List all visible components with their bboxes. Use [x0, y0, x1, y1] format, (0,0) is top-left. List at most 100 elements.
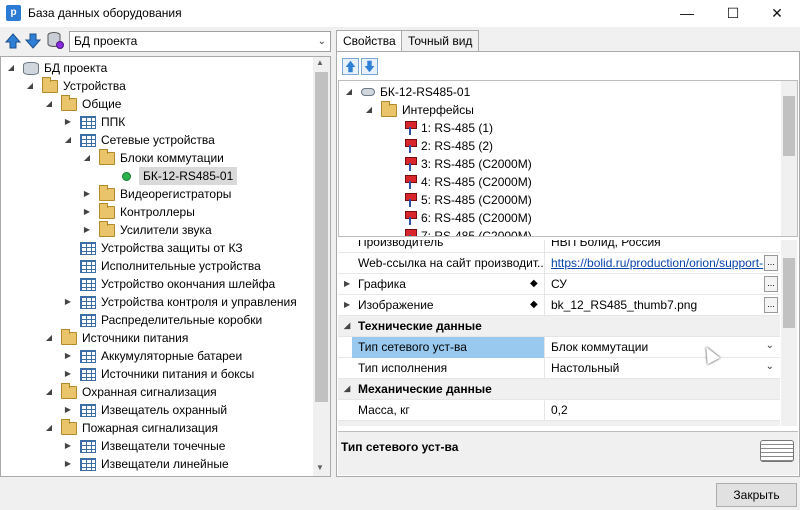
column-divider[interactable] — [544, 253, 545, 274]
expand-icon[interactable]: ▶ — [62, 365, 74, 383]
interface-item[interactable]: 6: RS-485 (C2000M) — [405, 209, 532, 227]
property-row[interactable]: Тип исполнения Настольный ⌄ — [338, 358, 780, 379]
property-row[interactable]: Масса, кг 0,2 — [338, 400, 780, 421]
scroll-down-icon[interactable]: ▼ — [316, 463, 324, 472]
expand-icon[interactable]: ▶ — [81, 203, 93, 221]
collapse-icon[interactable]: ◢ — [81, 149, 93, 167]
collapse-icon[interactable]: ◢ — [344, 424, 350, 426]
tree-item[interactable]: ▶ Источники питания и боксы — [62, 365, 254, 383]
tree-item[interactable]: ▶ Извещатели линейные — [62, 455, 229, 473]
tree-item[interactable]: ◢ Пожарная сигнализация — [43, 418, 218, 437]
property-category[interactable]: ◢ Технические данные — [338, 316, 780, 337]
tree-item[interactable]: ▶ Извещатель охранный — [62, 401, 227, 419]
interface-item[interactable]: 3: RS-485 (C2000M) — [405, 155, 532, 173]
collapse-icon[interactable]: ◢ — [363, 101, 375, 119]
column-divider[interactable] — [544, 274, 545, 295]
column-divider[interactable] — [544, 240, 545, 253]
property-value[interactable]: Настольный — [551, 361, 766, 375]
property-category[interactable]: ◢ Механические данные — [338, 379, 780, 400]
tree-item[interactable]: Устройства защиты от КЗ — [62, 239, 243, 257]
interfaces-scrollbar-thumb[interactable] — [783, 96, 795, 156]
column-divider[interactable] — [544, 295, 545, 316]
tree-item[interactable]: ▶ Контроллеры — [81, 202, 195, 221]
interface-item[interactable]: 4: RS-485 (C2000M) — [405, 173, 532, 191]
collapse-icon[interactable]: ◢ — [344, 319, 350, 333]
database-settings-icon[interactable] — [46, 31, 64, 49]
column-divider[interactable] — [544, 358, 545, 379]
interface-item[interactable]: 1: RS-485 (1) — [405, 119, 493, 137]
tree-item[interactable]: ◢ Охранная сигнализация — [43, 382, 217, 401]
ellipsis-button[interactable]: ... — [764, 297, 778, 313]
maximize-button[interactable]: ☐ — [710, 0, 756, 27]
collapse-icon[interactable]: ◢ — [24, 77, 36, 95]
move-down-icon[interactable] — [24, 32, 42, 50]
collapse-icon[interactable]: ◢ — [43, 419, 55, 437]
expand-icon[interactable]: ▶ — [62, 347, 74, 365]
tree-item[interactable]: ◢ Устройства — [24, 76, 126, 95]
property-row[interactable]: Производитель НВП Болид, Россия — [338, 240, 780, 253]
website-link[interactable]: https://bolid.ru/production/orion/suppor… — [551, 256, 766, 270]
property-row[interactable]: ▶ Графика СУ ◆... — [338, 274, 780, 295]
tree-item[interactable]: Исполнительные устройства — [62, 257, 261, 275]
column-divider[interactable] — [544, 400, 545, 421]
tree-item[interactable]: ◢ Источники питания — [43, 328, 188, 347]
property-category[interactable]: ◢ Э... — [338, 421, 780, 426]
move-down-icon[interactable] — [361, 58, 378, 75]
collapse-icon[interactable]: ◢ — [344, 382, 350, 396]
close-window-button[interactable]: ✕ — [754, 0, 800, 27]
collapse-icon[interactable]: ◢ — [43, 383, 55, 401]
tree-item[interactable]: ◢ БД проекта — [5, 59, 107, 77]
expand-icon[interactable]: ▶ — [62, 293, 74, 311]
tree-item[interactable]: ▶ Устройства контроля и управления — [62, 293, 297, 311]
minimize-button[interactable]: — — [664, 0, 710, 27]
expand-icon[interactable]: ▶ — [344, 298, 350, 312]
collapse-icon[interactable]: ◢ — [5, 59, 17, 77]
property-grid[interactable]: Производитель НВП Болид, Россия Web-ссылка… — [338, 240, 780, 426]
ellipsis-button[interactable]: ... — [764, 276, 778, 292]
tree-item[interactable]: ◢ Общие — [43, 94, 121, 113]
device-node[interactable]: ◢ БК-12-RS485-01 — [343, 83, 470, 101]
tree-item[interactable]: ◢ Сетевые устройства — [62, 131, 215, 149]
property-row[interactable]: ▶ Изображение bk_12_RS485_thumb7.png ◆... — [338, 295, 780, 316]
close-button[interactable]: Закрыть — [716, 483, 797, 507]
tree-scrollbar-thumb[interactable] — [315, 72, 328, 402]
tree-item[interactable]: ▶ Извещатели точечные — [62, 437, 226, 455]
column-divider[interactable] — [544, 337, 545, 358]
tab-exact-view[interactable]: Точный вид — [401, 30, 480, 51]
interfaces-tree[interactable]: ◢ БК-12-RS485-01 ◢ Интерфейсы 1: RS-485 (1) 2… — [338, 80, 798, 237]
property-value[interactable]: bk_12_RS485_thumb7.png — [551, 298, 766, 312]
tree-item[interactable]: ◢ Блоки коммутации — [81, 148, 224, 167]
tree-item[interactable]: Устройство окончания шлейфа — [62, 275, 275, 293]
expand-icon[interactable]: ▶ — [62, 455, 74, 473]
chevron-down-icon[interactable]: ⌄ — [766, 361, 774, 372]
database-select[interactable]: БД проекта ⌄ — [69, 31, 331, 52]
interface-item[interactable]: 5: RS-485 (C2000M) — [405, 191, 532, 209]
collapse-icon[interactable]: ◢ — [343, 83, 355, 101]
ellipsis-button[interactable]: ... — [764, 255, 778, 271]
collapse-icon[interactable]: ◢ — [62, 131, 74, 149]
interface-item[interactable]: 7: RS-485 (C2000M) — [405, 227, 532, 236]
tree-item[interactable]: ▶ ППК — [62, 113, 125, 131]
interfaces-node[interactable]: ◢ Интерфейсы — [363, 100, 474, 119]
chevron-down-icon[interactable]: ⌄ — [766, 340, 774, 351]
expand-icon[interactable]: ▶ — [81, 185, 93, 203]
collapse-icon[interactable]: ◢ — [43, 95, 55, 113]
property-grid-scrollbar-thumb[interactable] — [783, 258, 795, 328]
tab-properties[interactable]: Свойства — [336, 30, 403, 52]
property-value[interactable]: СУ — [551, 277, 766, 291]
property-value[interactable]: Блок коммутации — [551, 340, 766, 354]
expand-icon[interactable]: ▶ — [344, 277, 350, 291]
expand-icon[interactable]: ▶ — [62, 401, 74, 419]
interface-item[interactable]: 2: RS-485 (2) — [405, 137, 493, 155]
expand-icon[interactable]: ▶ — [62, 113, 74, 131]
move-up-icon[interactable] — [342, 58, 359, 75]
expand-icon[interactable]: ▶ — [81, 221, 93, 239]
tree-item[interactable]: Распределительные коробки — [62, 311, 262, 329]
tree-item[interactable]: ▶ Видеорегистраторы — [81, 184, 231, 203]
tree-item[interactable]: ▶ Аккумуляторные батареи — [62, 347, 242, 365]
scroll-up-icon[interactable]: ▲ — [316, 58, 324, 67]
property-row[interactable]: Web-ссылка на сайт производит... https://… — [338, 253, 780, 274]
collapse-icon[interactable]: ◢ — [43, 329, 55, 347]
equipment-tree[interactable]: ◢ БД проекта ◢ Устройства ◢ Общие ▶ ППК ◢ Сетевые… — [0, 56, 331, 477]
tree-item[interactable]: ▶ Усилители звука — [81, 220, 212, 239]
